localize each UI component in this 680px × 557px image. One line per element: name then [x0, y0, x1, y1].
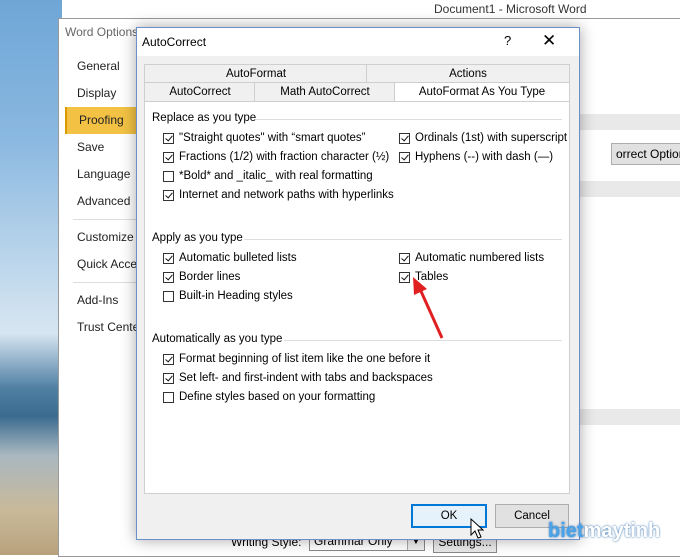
dialog-title: AutoCorrect [142, 35, 207, 49]
checkbox-checked-icon[interactable] [399, 252, 410, 264]
checkbox-checked-icon[interactable] [163, 252, 174, 264]
checkbox-checked-icon[interactable] [163, 372, 174, 384]
checkbox-label: Automatic numbered lists [415, 252, 545, 264]
checkbox-checked-icon[interactable] [399, 151, 410, 163]
divider [256, 119, 562, 120]
checkbox-option[interactable]: Fractions (1/2) with fraction character … [163, 151, 389, 163]
checkbox-option[interactable]: Internet and network paths with hyperlin… [163, 189, 394, 201]
autocorrect-dialog: AutoCorrect ? ✕ AutoFormat Actions AutoC… [136, 27, 580, 540]
watermark-part-2: maytinh [583, 520, 661, 542]
checkbox-option[interactable]: Define styles based on your formatting [163, 391, 375, 403]
checkbox-label: Format beginning of list item like the o… [179, 353, 431, 365]
red-arrow-annotation [413, 277, 444, 339]
tab-autoformat[interactable]: AutoFormat [144, 64, 368, 84]
checkbox-option[interactable]: Set left- and first-indent with tabs and… [163, 372, 433, 384]
checkbox-label: Ordinals (1st) with superscript [415, 132, 568, 144]
word-options-title: Word Options [65, 25, 139, 39]
word-title-bar: Document1 - Microsoft Word [62, 0, 680, 19]
checkbox-checked-icon[interactable] [163, 151, 174, 163]
checkbox-label: *Bold* and _italic_ with real formatting [179, 170, 373, 182]
checkbox-label: Set left- and first-indent with tabs and… [179, 372, 433, 384]
tab-math-autocorrect[interactable]: Math AutoCorrect [254, 82, 396, 102]
checkbox-label: Fractions (1/2) with fraction character … [179, 151, 390, 163]
checkbox-unchecked-icon[interactable] [163, 170, 174, 182]
autocorrect-options-button[interactable]: orrect Options... [611, 143, 680, 165]
checkbox-label: Automatic bulleted lists [179, 252, 297, 264]
checkbox-option[interactable]: Border lines [163, 271, 240, 283]
options-right-pane: orrect Options... [555, 19, 680, 556]
checkbox-option[interactable]: Automatic bulleted lists [163, 252, 297, 264]
checkbox-checked-icon[interactable] [399, 132, 410, 144]
arrow-shaft [418, 288, 444, 339]
checkbox-option[interactable]: Automatic numbered lists [399, 252, 544, 264]
checkbox-label: Internet and network paths with hyperlin… [179, 189, 394, 201]
close-button[interactable]: ✕ [542, 31, 556, 51]
section-apply-as-you-type: Apply as you type [152, 232, 562, 244]
checkbox-label: "Straight quotes" with “smart quotes” [179, 132, 366, 144]
mouse-cursor-icon [470, 518, 485, 539]
section-automatically-as-you-type: Automatically as you type [152, 333, 562, 345]
tab-panel: Replace as you type Apply as you type Au… [144, 101, 570, 494]
tab-autoformat-as-you-type[interactable]: AutoFormat As You Type [394, 82, 570, 103]
section-title: Replace as you type [152, 112, 257, 124]
divider [244, 239, 562, 240]
checkbox-checked-icon[interactable] [163, 271, 174, 283]
checkbox-option[interactable]: Format beginning of list item like the o… [163, 353, 430, 365]
checkbox-label: Border lines [179, 271, 241, 283]
checkbox-unchecked-icon[interactable] [163, 391, 174, 403]
checkbox-option[interactable]: Ordinals (1st) with superscript [399, 132, 567, 144]
section-title: Automatically as you type [152, 333, 283, 345]
watermark-logo: bietmaytinh [548, 520, 660, 543]
checkbox-option[interactable]: "Straight quotes" with “smart quotes” [163, 132, 366, 144]
dialog-title-bar: AutoCorrect ? ✕ [137, 28, 579, 56]
tab-autocorrect[interactable]: AutoCorrect [144, 82, 256, 102]
checkbox-unchecked-icon[interactable] [163, 290, 174, 302]
checkbox-label: Built-in Heading styles [179, 290, 293, 302]
section-title: Apply as you type [152, 232, 243, 244]
checkbox-option[interactable]: Hyphens (--) with dash (—) [399, 151, 553, 163]
watermark-part-1: biet [548, 520, 584, 542]
tab-actions[interactable]: Actions [366, 64, 570, 84]
checkbox-checked-icon[interactable] [163, 353, 174, 365]
help-button[interactable]: ? [504, 33, 511, 48]
word-window-title: Document1 - Microsoft Word [434, 2, 587, 16]
checkbox-option[interactable]: Built-in Heading styles [163, 290, 293, 302]
checkbox-label: Define styles based on your formatting [179, 391, 376, 403]
checkbox-checked-icon[interactable] [163, 189, 174, 201]
checkbox-label: Hyphens (--) with dash (—) [415, 151, 554, 163]
checkbox-option[interactable]: *Bold* and _italic_ with real formatting [163, 170, 373, 182]
checkbox-checked-icon[interactable] [163, 132, 174, 144]
section-replace-as-you-type: Replace as you type [152, 112, 562, 124]
